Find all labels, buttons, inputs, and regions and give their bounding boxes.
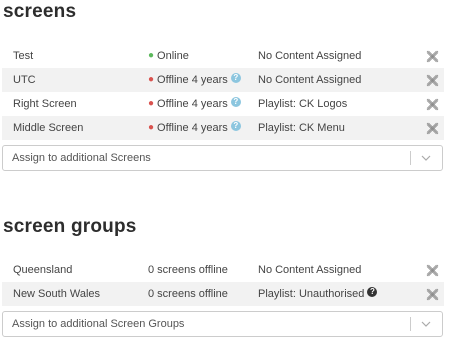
screens-table: Test ● Online No Content Assigned UTC ● Of… [2, 44, 444, 140]
status-text: Online [157, 50, 189, 62]
assign-screen-groups-select[interactable]: Assign to additional Screen Groups [2, 311, 443, 337]
assign-screens-select[interactable]: Assign to additional Screens [2, 145, 443, 171]
remove-screen-group-button[interactable] [424, 282, 440, 306]
screen-group-content: Playlist: Unauthorised? [258, 282, 378, 306]
close-x-icon [426, 122, 438, 134]
screen-name: UTC [13, 74, 36, 86]
remove-screen-group-button[interactable] [424, 258, 440, 282]
screen-groups-heading: screen groups [3, 216, 137, 237]
screen-status: ● Offline 4 years? [148, 116, 241, 141]
status-dot-icon: ● [148, 122, 155, 133]
screen-group-content-text: Playlist: Unauthorised [258, 288, 365, 300]
screen-group-status: 0 screens offline [148, 288, 228, 300]
screen-group-content: No Content Assigned [258, 264, 362, 276]
screen-name: Middle Screen [13, 122, 84, 134]
close-x-icon [426, 98, 438, 110]
info-circle-icon[interactable]: ? [230, 73, 241, 83]
status-dot-icon: ● [148, 74, 155, 85]
status-text: Offline 4 years [157, 122, 228, 134]
chevron-down-icon[interactable] [419, 151, 433, 165]
remove-screen-button[interactable] [424, 44, 440, 68]
remove-screen-button[interactable] [424, 92, 440, 116]
close-x-icon [426, 288, 438, 300]
screen-group-row: New South Wales 0 screens offline Playli… [2, 282, 444, 306]
info-circle-icon[interactable]: ? [230, 97, 241, 107]
screen-status: ● Offline 4 years? [148, 68, 241, 93]
screen-groups-table: Queensland 0 screens offline No Content … [2, 258, 444, 306]
screen-group-status: 0 screens offline [148, 264, 228, 276]
screen-name: Right Screen [13, 98, 77, 110]
remove-screen-button[interactable] [424, 116, 440, 140]
screen-content: No Content Assigned [258, 50, 362, 62]
screen-name: Test [13, 50, 34, 62]
status-text: Offline 4 years [157, 74, 228, 86]
remove-screen-button[interactable] [424, 68, 440, 92]
screen-row: Test ● Online No Content Assigned [2, 44, 444, 68]
select-divider [410, 151, 411, 165]
assign-screens-placeholder: Assign to additional Screens [12, 152, 151, 164]
screen-content: Playlist: CK Menu [258, 122, 345, 134]
status-dot-icon: ● [148, 50, 155, 61]
screen-row: Right Screen ● Offline 4 years? Playlist:… [2, 92, 444, 116]
info-circle-icon[interactable]: ? [230, 121, 241, 131]
screens-heading: screens [3, 1, 77, 22]
status-text: Offline 4 years [157, 98, 228, 110]
screen-content: No Content Assigned [258, 74, 362, 86]
assign-screen-groups-placeholder: Assign to additional Screen Groups [12, 318, 185, 330]
screen-row: UTC ● Offline 4 years? No Content Assigne… [2, 68, 444, 92]
screen-status: ● Online [148, 44, 189, 69]
screen-group-name: New South Wales [13, 288, 101, 300]
chevron-down-icon[interactable] [419, 317, 433, 331]
screen-row: Middle Screen ● Offline 4 years? Playlist… [2, 116, 444, 140]
screen-status: ● Offline 4 years? [148, 92, 241, 117]
screen-group-row: Queensland 0 screens offline No Content … [2, 258, 444, 282]
question-circle-icon[interactable]: ? [367, 287, 378, 297]
screen-group-name: Queensland [13, 264, 73, 276]
close-x-icon [426, 264, 438, 276]
close-x-icon [426, 74, 438, 86]
select-divider [410, 317, 411, 331]
status-dot-icon: ● [148, 98, 155, 109]
close-x-icon [426, 50, 438, 62]
screen-content: Playlist: CK Logos [258, 98, 348, 110]
